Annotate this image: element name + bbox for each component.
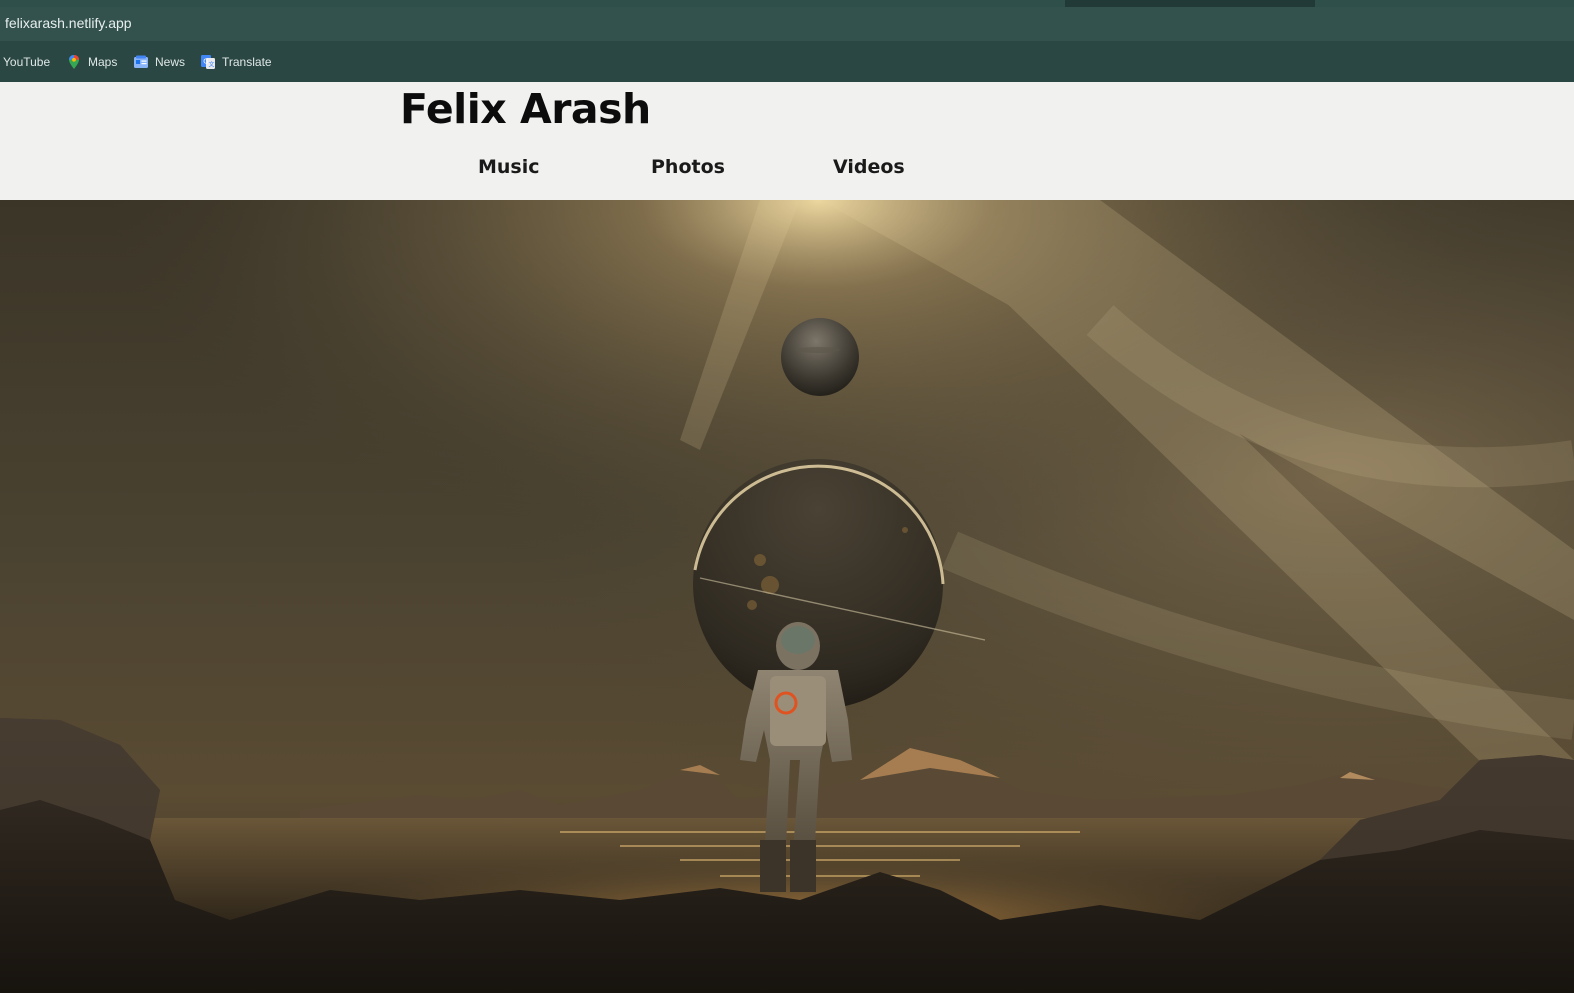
- nav-link-videos[interactable]: Videos: [833, 156, 905, 178]
- hero-illustration: [0, 200, 1574, 993]
- bookmark-label: Maps: [88, 55, 118, 69]
- nav-link-music[interactable]: Music: [478, 156, 540, 178]
- address-bar[interactable]: felixarash.netlify.app: [0, 7, 1574, 41]
- site-header: Felix Arash Music Photos Videos: [0, 82, 1574, 200]
- bookmark-label: News: [155, 55, 186, 69]
- news-icon: [134, 55, 148, 68]
- url-text[interactable]: felixarash.netlify.app: [5, 15, 132, 31]
- tab-strip: [0, 0, 1574, 7]
- nav-link-photos[interactable]: Photos: [651, 156, 725, 178]
- svg-text:文: 文: [209, 61, 215, 69]
- bookmark-label: Translate: [222, 55, 272, 69]
- bookmark-news[interactable]: News: [133, 53, 185, 71]
- bookmarks-bar: YouTube Maps News G 文 Translate: [0, 41, 1574, 82]
- site-title: Felix Arash: [400, 85, 651, 133]
- maps-pin-icon: [69, 55, 79, 69]
- bookmark-maps[interactable]: Maps: [66, 53, 117, 71]
- bookmark-label: YouTube: [3, 55, 51, 69]
- small-planet-shape: [781, 318, 859, 396]
- bookmark-translate[interactable]: G 文 Translate: [200, 53, 272, 71]
- hero-image: [0, 200, 1574, 993]
- bookmark-youtube[interactable]: YouTube: [3, 53, 50, 71]
- translate-icon: G 文: [201, 55, 215, 69]
- browser-chrome: felixarash.netlify.app YouTube Maps News: [0, 0, 1574, 82]
